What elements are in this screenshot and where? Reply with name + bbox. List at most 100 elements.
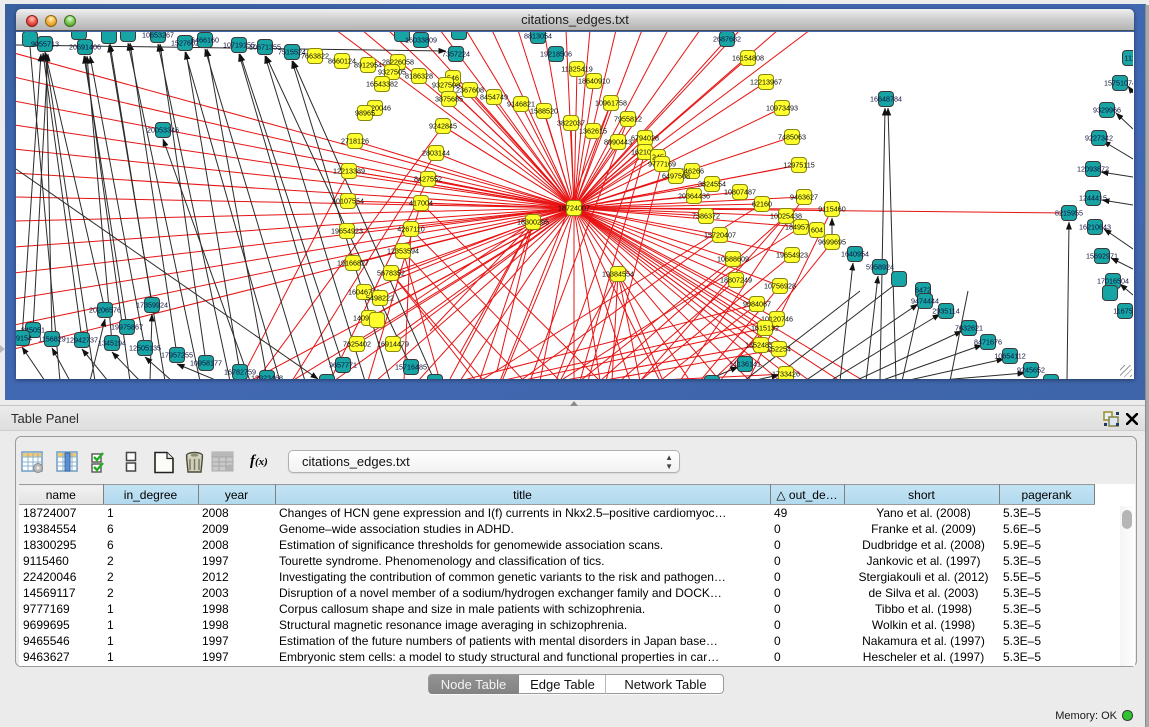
svg-text:19654923: 19654923 <box>331 227 363 236</box>
svg-text:1345194: 1345194 <box>98 339 126 348</box>
svg-text:7386372: 7386372 <box>692 212 720 221</box>
svg-text:10671355: 10671355 <box>249 43 281 52</box>
svg-text:16033809: 16033809 <box>405 36 437 45</box>
svg-text:1362615: 1362615 <box>579 127 607 136</box>
svg-text:1640954: 1640954 <box>841 250 869 259</box>
svg-text:15716485: 15716485 <box>395 363 427 372</box>
svg-text:116753: 116753 <box>1113 307 1133 316</box>
svg-text:7632621: 7632621 <box>955 324 983 333</box>
svg-text:62160: 62160 <box>752 200 772 209</box>
svg-text:12353594: 12353594 <box>387 247 419 256</box>
svg-text:14136141: 14136141 <box>729 360 761 369</box>
svg-text:3875685: 3875685 <box>435 95 463 104</box>
svg-text:19166827: 19166827 <box>337 259 369 268</box>
svg-text:16210643: 16210643 <box>1079 223 1111 232</box>
svg-text:15751074: 15751074 <box>1104 79 1133 88</box>
svg-text:12213967: 12213967 <box>750 78 782 87</box>
svg-text:1733426: 1733426 <box>772 370 800 379</box>
svg-text:16154808: 16154808 <box>732 54 764 63</box>
svg-text:7357224: 7357224 <box>442 50 470 59</box>
svg-text:9242845: 9242845 <box>429 122 457 131</box>
svg-text:5678352: 5678352 <box>377 269 405 278</box>
svg-text:111: 111 <box>1125 54 1133 63</box>
svg-text:19975867: 19975867 <box>111 323 143 332</box>
svg-text:18300295: 18300295 <box>517 218 549 227</box>
svg-text:10958177: 10958177 <box>190 359 222 368</box>
svg-text:2803144: 2803144 <box>422 149 450 158</box>
svg-text:2687682: 2687682 <box>713 35 741 44</box>
svg-text:12923468: 12923468 <box>251 374 283 380</box>
svg-text:9084067: 9084067 <box>743 300 771 309</box>
svg-text:10653267: 10653267 <box>142 32 174 40</box>
svg-text:9055713: 9055713 <box>31 40 59 49</box>
svg-text:1244415: 1244415 <box>1079 194 1107 203</box>
svg-text:17359924: 17359924 <box>136 301 168 310</box>
svg-text:20053346: 20053346 <box>147 126 179 135</box>
svg-text:9463627: 9463627 <box>790 193 818 202</box>
svg-text:7625402: 7625402 <box>343 340 371 349</box>
svg-text:7663822: 7663822 <box>301 52 329 61</box>
svg-text:10107554: 10107554 <box>332 197 364 206</box>
svg-text:604: 604 <box>811 226 823 235</box>
svg-text:12505135: 12505135 <box>129 344 161 353</box>
svg-text:7485063: 7485063 <box>778 133 806 142</box>
svg-text:20691406: 20691406 <box>69 43 101 52</box>
svg-text:17957255: 17957255 <box>161 351 193 360</box>
svg-text:12093872: 12093872 <box>1077 165 1109 174</box>
svg-text:6466160: 6466160 <box>191 36 219 45</box>
svg-text:8454749: 8454749 <box>480 93 508 102</box>
svg-text:10688609: 10688609 <box>717 255 749 264</box>
svg-text:9777169: 9777169 <box>648 160 676 169</box>
svg-text:16648784: 16648784 <box>870 95 902 104</box>
svg-text:10654112: 10654112 <box>994 352 1025 361</box>
svg-text:10756928: 10756928 <box>764 282 796 291</box>
svg-text:1615132: 1615132 <box>751 324 779 333</box>
svg-text:8427552: 8427552 <box>414 175 442 184</box>
svg-text:12942737: 12942737 <box>66 336 98 345</box>
svg-text:8471676: 8471676 <box>974 338 1002 347</box>
svg-text:11325419: 11325419 <box>561 65 592 74</box>
svg-text:9329966: 9329966 <box>1093 106 1121 115</box>
svg-text:20364436: 20364436 <box>678 192 710 201</box>
svg-text:16543382: 16543382 <box>366 80 398 89</box>
svg-text:6794028: 6794028 <box>631 134 659 143</box>
svg-text:9474444: 9474444 <box>911 297 939 306</box>
svg-text:16914479: 16914479 <box>377 340 409 349</box>
svg-text:252254: 252254 <box>767 345 791 354</box>
svg-text:20206576: 20206576 <box>89 306 121 315</box>
svg-text:12975115: 12975115 <box>783 161 814 170</box>
svg-text:10973493: 10973493 <box>766 104 798 113</box>
svg-text:8813054: 8813054 <box>524 32 552 41</box>
svg-text:1156829: 1156829 <box>38 335 65 344</box>
svg-text:2935114: 2935114 <box>932 307 959 316</box>
svg-text:18807249: 18807249 <box>720 276 752 285</box>
svg-text:5958924: 5958924 <box>866 263 894 272</box>
svg-text:18640910: 18640910 <box>578 77 610 86</box>
svg-text:8660124: 8660124 <box>328 57 356 66</box>
svg-text:8186328: 8186328 <box>405 72 433 81</box>
svg-text:3824554: 3824554 <box>698 180 726 189</box>
svg-text:9245652: 9245652 <box>1017 366 1045 375</box>
svg-text:19654923: 19654923 <box>776 251 808 260</box>
svg-text:5498222: 5498222 <box>366 294 394 303</box>
svg-text:9115460: 9115460 <box>818 205 845 214</box>
svg-text:39154: 39154 <box>16 334 32 343</box>
svg-text:19218506: 19218506 <box>540 50 572 59</box>
svg-text:10807487: 10807487 <box>724 188 756 197</box>
svg-text:1588520: 1588520 <box>530 107 558 116</box>
svg-text:9227342: 9227342 <box>1085 134 1113 143</box>
svg-text:9699695: 9699695 <box>818 238 846 247</box>
svg-text:7955812: 7955812 <box>614 115 642 124</box>
svg-text:9657771: 9657771 <box>329 361 357 370</box>
svg-text:6497508: 6497508 <box>662 172 690 181</box>
svg-text:417004: 417004 <box>409 199 433 208</box>
svg-text:8990443: 8990443 <box>604 138 632 147</box>
svg-text:18724007: 18724007 <box>558 204 590 213</box>
svg-text:10961758: 10961758 <box>595 99 627 108</box>
svg-text:12213389: 12213389 <box>333 167 365 176</box>
svg-text:2718126: 2718126 <box>341 137 369 146</box>
svg-text:4267110: 4267110 <box>397 225 424 234</box>
svg-text:98965: 98965 <box>355 109 375 118</box>
svg-text:15720407: 15720407 <box>704 231 736 240</box>
svg-text:8215955: 8215955 <box>1055 209 1083 218</box>
